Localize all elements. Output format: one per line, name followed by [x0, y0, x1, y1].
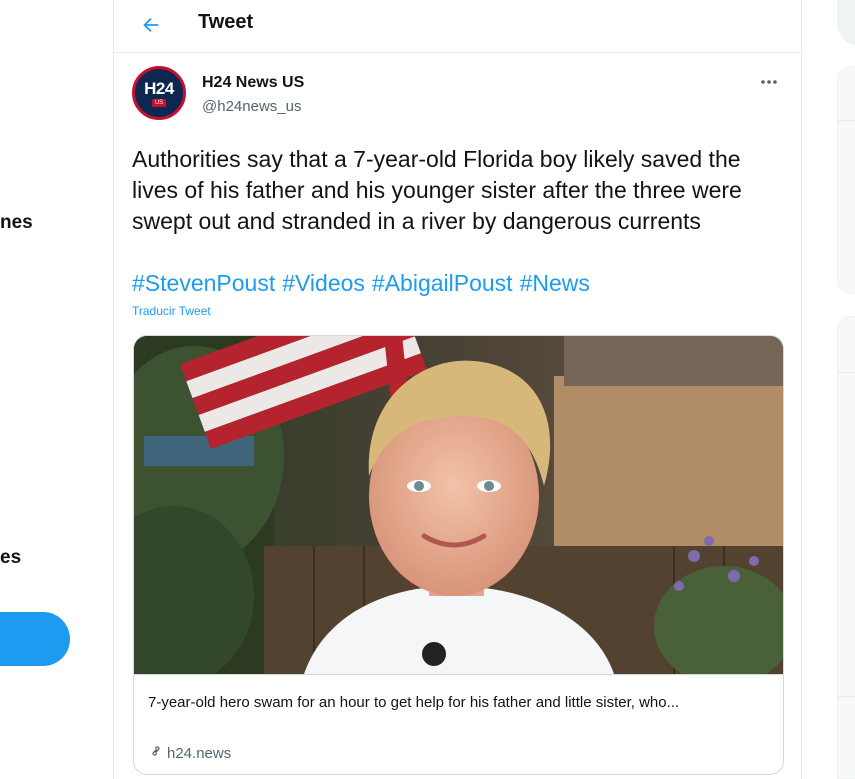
card-divider — [134, 674, 783, 675]
avatar[interactable]: H24 US — [132, 66, 186, 120]
avatar-logo-subtext: US — [151, 98, 167, 107]
tweet-detail-column: Tweet H24 US H24 News US @h24news_us Aut… — [113, 0, 802, 779]
hashtag-list: #StevenPoust #Videos #AbigailPoust #News — [132, 268, 597, 299]
panel-divider — [837, 696, 855, 697]
nav-tweet-button[interactable] — [0, 612, 70, 666]
more-horizontal-icon[interactable] — [754, 70, 784, 94]
page-title: Tweet — [198, 11, 254, 33]
arrow-left-icon[interactable] — [136, 10, 166, 40]
panel-divider — [837, 120, 855, 121]
author-handle[interactable]: @h24news_us — [202, 98, 301, 115]
sidebar-panel — [837, 316, 855, 779]
card-domain[interactable]: h24.news — [148, 743, 231, 763]
link-icon — [148, 743, 164, 763]
hashtag-link[interactable]: #StevenPoust — [132, 270, 275, 296]
page-header: Tweet — [114, 0, 801, 53]
panel-divider — [837, 372, 855, 373]
sidebar-panel — [837, 66, 855, 294]
card-domain-text: h24.news — [167, 744, 232, 762]
nav-item-label[interactable]: nes — [0, 212, 33, 234]
hashtag-link[interactable]: #AbigailPoust — [372, 270, 513, 296]
translate-tweet-link[interactable]: Traducir Tweet — [132, 304, 211, 318]
avatar-logo-text: H24 — [144, 78, 174, 98]
hashtag-link[interactable]: #Videos — [282, 270, 365, 296]
tweet-text: Authorities say that a 7-year-old Florid… — [132, 146, 742, 234]
author-name[interactable]: H24 News US — [202, 74, 304, 92]
search-bar[interactable] — [837, 0, 855, 46]
card-image[interactable] — [134, 336, 783, 674]
link-preview-card[interactable]: 7-year-old hero swam for an hour to get … — [133, 335, 784, 775]
nav-item-label[interactable]: es — [0, 547, 21, 569]
left-navigation: nes es — [0, 0, 113, 779]
hashtag-link[interactable]: #News — [520, 270, 590, 296]
card-title[interactable]: 7-year-old hero swam for an hour to get … — [148, 694, 679, 711]
